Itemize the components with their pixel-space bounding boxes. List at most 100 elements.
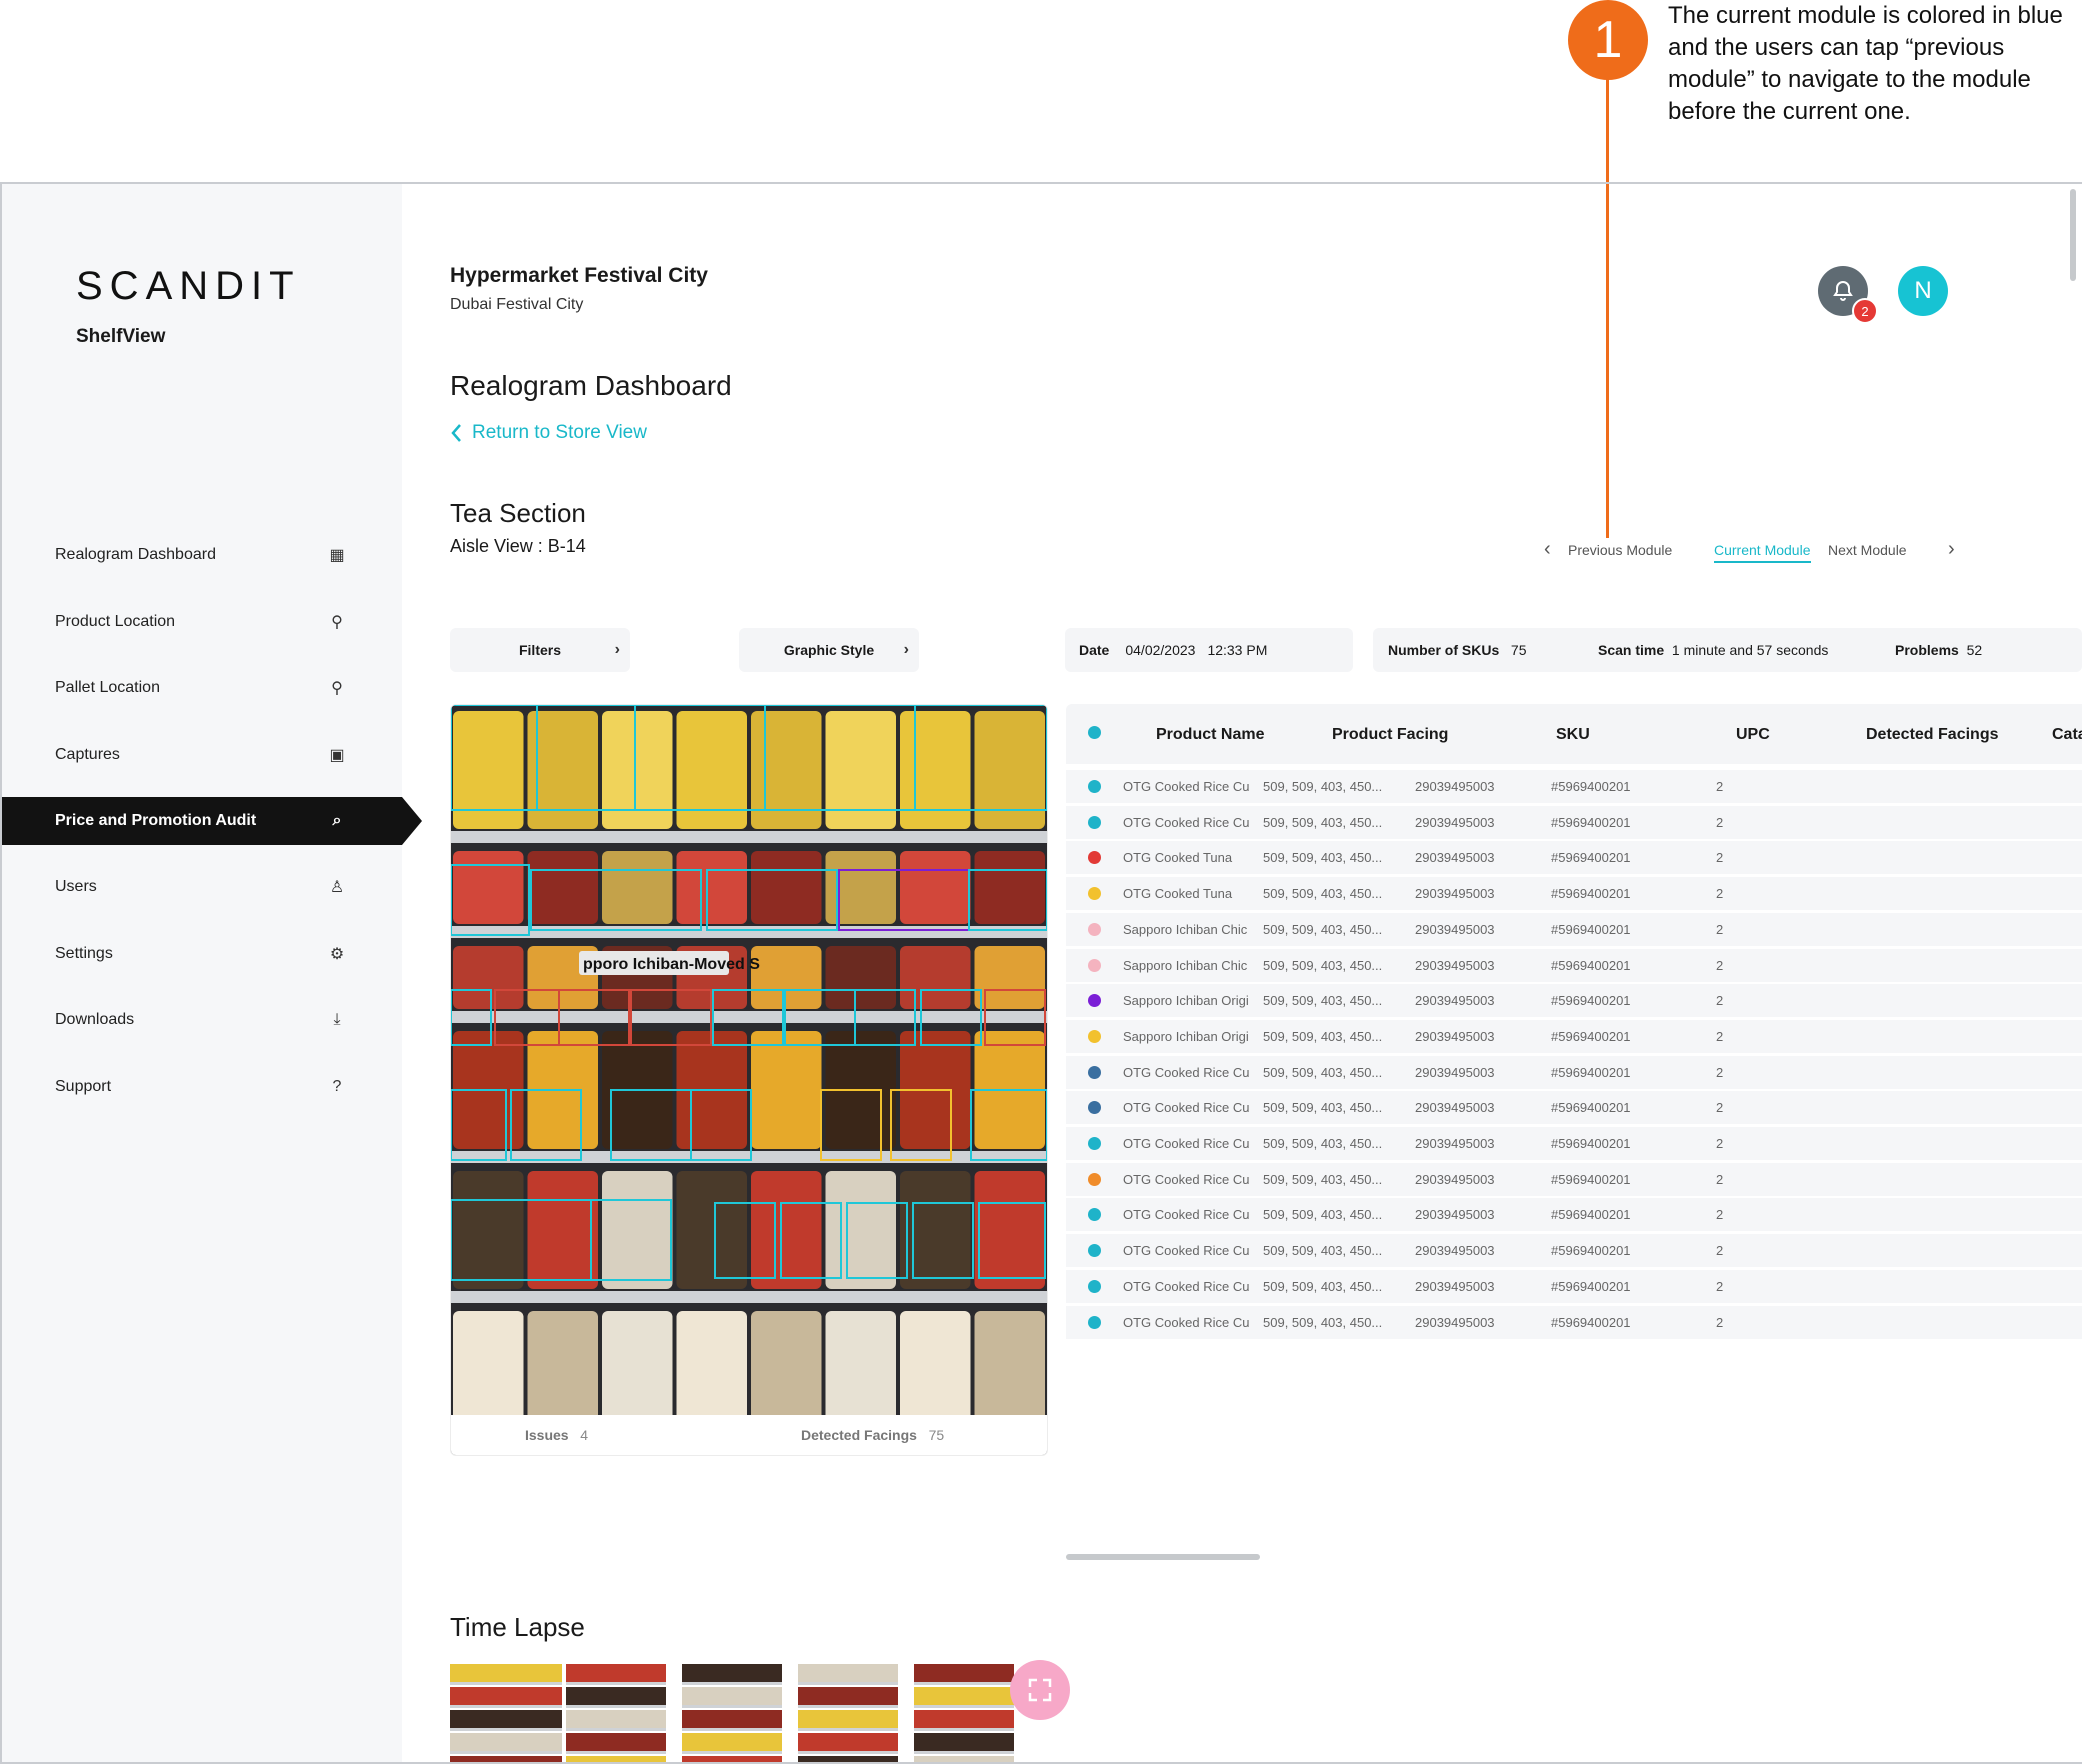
page-title: Realogram Dashboard (450, 370, 732, 401)
column-header-catalog[interactable]: Cata (2052, 726, 2082, 744)
dashboard-grid-icon: ▦ (329, 547, 345, 565)
table-row[interactable]: OTG Cooked Rice Cu 509, 509, 403, 450... 2… (1066, 1305, 2082, 1339)
product-package (453, 711, 524, 829)
time-lapse-thumbnail[interactable] (682, 1664, 782, 1764)
upc-cell: #5969400201 (1551, 850, 1631, 866)
table-row[interactable]: OTG Cooked Rice Cu 509, 509, 403, 450... 2… (1066, 1055, 2082, 1089)
product-facing-cell: 509, 509, 403, 450... (1263, 1207, 1383, 1223)
product-facing-cell: 509, 509, 403, 450... (1263, 779, 1383, 794)
time-lapse-thumbnail[interactable] (450, 1664, 562, 1764)
horizontal-scrollbar[interactable] (1066, 1554, 1260, 1560)
time-lapse-thumbnail[interactable] (798, 1664, 898, 1764)
date-value: 04/02/2023 (1125, 642, 1196, 658)
issues-value: 4 (580, 1427, 589, 1443)
status-dot (1088, 851, 1101, 865)
detected-facings-cell: 2 (1716, 1100, 1724, 1116)
table-row[interactable]: OTG Cooked Rice Cu 509, 509, 403, 450... 2… (1066, 1091, 2082, 1125)
detected-facings-label: Detected Facings (801, 1427, 917, 1443)
chevron-left-icon[interactable]: ‹ (1544, 538, 1551, 561)
product-package (453, 851, 524, 924)
product-package (453, 1171, 524, 1289)
chevron-right-icon: › (903, 641, 909, 658)
status-dot (1088, 1101, 1101, 1115)
table-row[interactable]: OTG Cooked Rice Cu 509, 509, 403, 450... 2… (1066, 1269, 2082, 1303)
product-package (825, 711, 896, 829)
time-lapse-thumbnail[interactable] (914, 1664, 1014, 1764)
sidebar-item-realogram-dashboard[interactable]: Realogram Dashboard ▦ (2, 522, 402, 589)
status-dot (1088, 994, 1101, 1008)
column-header-product-facing[interactable]: Product Facing (1332, 726, 1448, 744)
graphic-style-button[interactable]: Graphic Style › (739, 628, 919, 672)
vertical-scrollbar[interactable] (2070, 189, 2076, 281)
sidebar-item-price-and-promotion-audit[interactable]: Price and Promotion Audit ⌕ (2, 797, 422, 845)
status-dot (1088, 780, 1101, 793)
column-header-detected-facings[interactable]: Detected Facings (1866, 726, 1998, 744)
product-package (527, 711, 598, 829)
upc-cell: #5969400201 (1551, 1064, 1631, 1080)
brand-logo: SCANDIT (76, 264, 301, 308)
table-row[interactable]: OTG Cooked Rice Cu 509, 509, 403, 450... 2… (1066, 805, 2082, 839)
help-circle-icon: ? (332, 1077, 342, 1095)
sidebar-item-captures[interactable]: Captures ▣ (2, 722, 402, 789)
time-lapse-thumbnail[interactable] (566, 1664, 666, 1764)
detected-facings-cell: 2 (1716, 814, 1724, 830)
detected-facings-value: 75 (928, 1427, 945, 1443)
filters-button[interactable]: Filters › (450, 628, 630, 672)
shelf-photo[interactable]: pporo Ichiban-Moved S (451, 705, 1047, 1456)
product-facing-cell: 509, 509, 403, 450... (1263, 1100, 1383, 1116)
store-location: Dubai Festival City (450, 296, 584, 313)
product-package (676, 851, 747, 924)
upc-cell: #5969400201 (1551, 1278, 1631, 1294)
detected-facings-cell: 2 (1716, 1314, 1724, 1330)
status-dot (1088, 1029, 1101, 1043)
expand-button[interactable] (1010, 1660, 1070, 1720)
upc-cell: #5969400201 (1551, 1314, 1631, 1330)
shelf-rail (451, 1151, 1047, 1163)
sidebar-item-support[interactable]: Support? (2, 1054, 402, 1121)
notification-count-badge: 2 (1852, 298, 1878, 324)
column-header-upc[interactable]: UPC (1736, 726, 1770, 744)
next-module-link[interactable]: Next Module (1828, 542, 1907, 558)
chevron-right-icon[interactable]: › (1948, 538, 1955, 561)
user-edit-icon: ♙ (329, 879, 345, 897)
column-header-sku[interactable]: SKU (1556, 726, 1590, 744)
sidebar-item-pallet-location[interactable]: Pallet Location ⚲ (2, 655, 402, 722)
column-header-product-name[interactable]: Product Name (1156, 726, 1264, 744)
table-row[interactable]: Sapporo Ichiban Chic 509, 509, 403, 450..… (1066, 948, 2082, 982)
location-pin-icon: ⚲ (331, 613, 343, 631)
table-row[interactable]: Sapporo Ichiban Origi 509, 509, 403, 450.… (1066, 984, 2082, 1018)
product-name-cell: OTG Cooked Rice Cu (1123, 1064, 1250, 1080)
user-avatar[interactable]: N (1898, 266, 1948, 316)
sidebar-item-users[interactable]: Users ♙ (2, 854, 402, 921)
status-dot (1088, 958, 1101, 972)
product-name-cell: OTG Cooked Rice Cu (1123, 1314, 1250, 1330)
product-package (900, 851, 971, 924)
current-module-tab[interactable]: Current Module (1714, 542, 1811, 563)
table-row[interactable]: Sapporo Ichiban Chic 509, 509, 403, 450..… (1066, 912, 2082, 946)
product-name-cell: OTG Cooked Rice Cu (1123, 1100, 1250, 1116)
table-row[interactable]: OTG Cooked Rice Cu 509, 509, 403, 450... 2… (1066, 1234, 2082, 1268)
product-package (602, 1171, 673, 1289)
sidebar-item-product-location[interactable]: Product Location ⚲ (2, 589, 402, 656)
sidebar-item-label: Realogram Dashboard (55, 546, 216, 564)
detected-facings-cell: 2 (1716, 1207, 1724, 1223)
shelf-rail (451, 1291, 1047, 1303)
table-row[interactable]: OTG Cooked Rice Cu 509, 509, 403, 450... 2… (1066, 1198, 2082, 1232)
upc-cell: #5969400201 (1551, 814, 1631, 830)
shelf-rail (451, 926, 1047, 938)
moved-label-text: pporo Ichiban-Moved S (583, 956, 760, 973)
table-row[interactable]: OTG Cooked Tuna 509, 509, 403, 450... 2903… (1066, 877, 2082, 911)
skus-value: 75 (1510, 642, 1527, 658)
sku-cell: 29039495003 (1415, 1100, 1495, 1116)
previous-module-link[interactable]: Previous Module (1568, 542, 1672, 558)
sidebar-item-settings[interactable]: Settings ⚙ (2, 921, 402, 988)
table-row[interactable]: OTG Cooked Rice Cu 509, 509, 403, 450... 2… (1066, 1127, 2082, 1160)
table-row[interactable]: OTG Cooked Tuna 509, 509, 403, 450... 2903… (1066, 841, 2082, 875)
return-link-label: Return to Store View (472, 422, 647, 443)
sidebar-item-downloads[interactable]: Downloads ⤓ (2, 987, 402, 1054)
return-to-store-view-link[interactable]: Return to Store View (450, 422, 647, 444)
table-row[interactable]: OTG Cooked Rice Cu 509, 509, 403, 450... 2… (1066, 1162, 2082, 1196)
table-row[interactable]: Sapporo Ichiban Origi 509, 509, 403, 450.… (1066, 1019, 2082, 1053)
table-row[interactable]: OTG Cooked Rice Cu 509, 509, 403, 450... 2… (1066, 770, 2082, 803)
select-all-dot[interactable] (1088, 726, 1101, 739)
